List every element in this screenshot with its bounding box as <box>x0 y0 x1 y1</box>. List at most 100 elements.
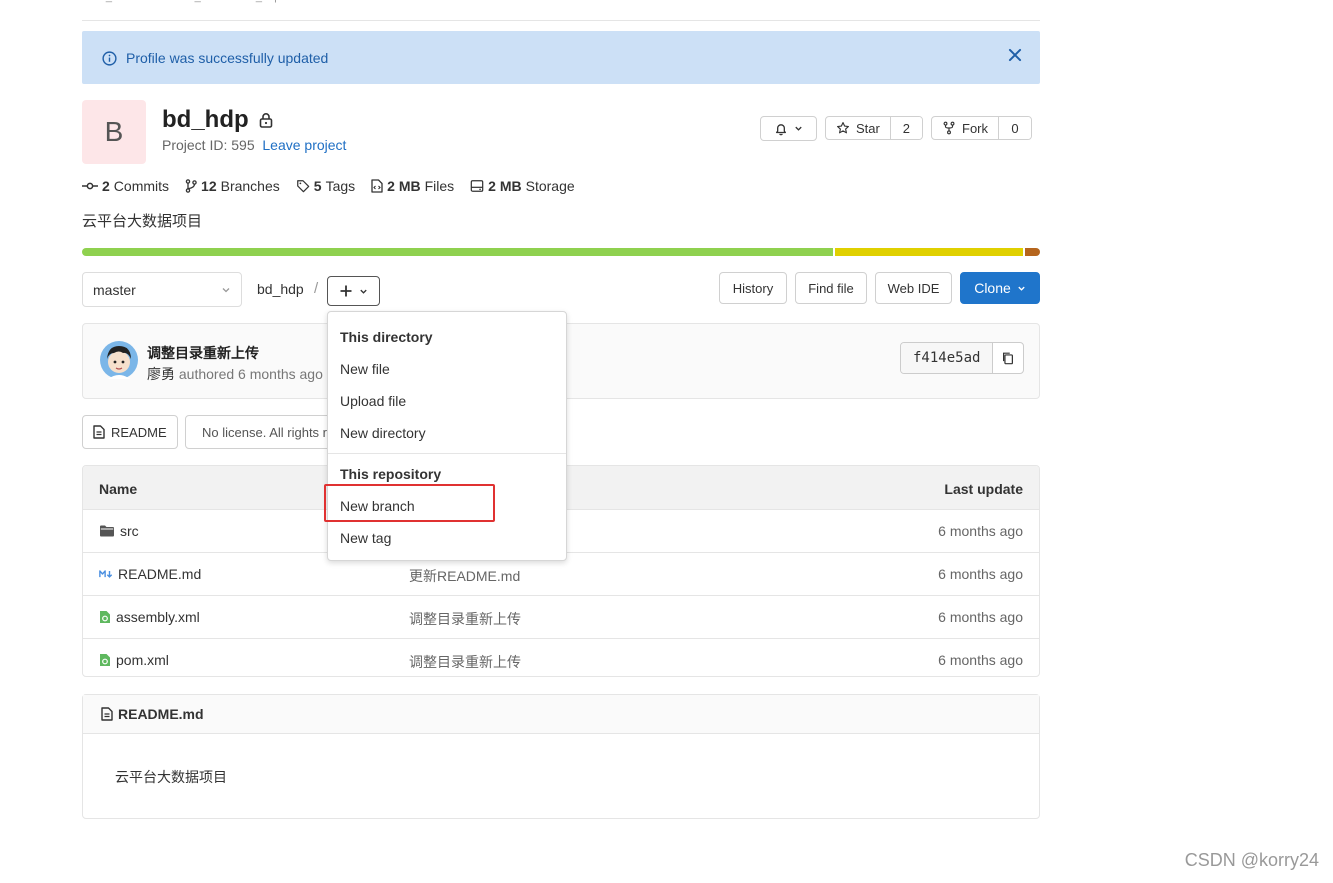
dropdown-section-header: This directory <box>340 329 433 345</box>
fork-count[interactable]: 0 <box>998 117 1031 139</box>
markdown-icon <box>99 570 113 578</box>
add-dropdown-menu: This directory New file Upload file New … <box>327 311 567 561</box>
commit-authored-time: authored 6 months ago <box>178 366 323 382</box>
leave-project-link[interactable]: Leave project <box>262 137 346 153</box>
commit-meta: 廖勇 authored 6 months ago <box>147 364 323 384</box>
breadcrumb-divider <box>82 20 1040 21</box>
readme-panel: README.md 云平台大数据项目 <box>82 694 1040 819</box>
commit-message[interactable]: 调整目录重新上传 <box>409 652 521 672</box>
star-button-group: Star 2 <box>825 116 923 140</box>
project-subline: Project ID: 595 Leave project <box>162 137 346 153</box>
file-name[interactable]: src <box>120 523 139 539</box>
project-avatar[interactable]: B <box>82 100 146 164</box>
breadcrumb-item[interactable]: bd_hdp <box>244 0 281 3</box>
commit-message[interactable]: 调整目录重新上传 <box>409 609 521 629</box>
commit-author[interactable]: 廖勇 <box>147 366 175 382</box>
branches-stat[interactable]: 12 Branches <box>185 178 280 194</box>
history-button[interactable]: History <box>719 272 787 304</box>
project-stats: 2 Commits 12 Branches 5 Tags 2 MB Files 2 MB… <box>82 178 575 194</box>
xml-file-icon <box>100 654 110 666</box>
copy-sha-button[interactable] <box>992 343 1023 373</box>
star-button[interactable]: Star <box>826 117 890 139</box>
tags-stat[interactable]: 5 Tags <box>296 178 355 194</box>
star-count[interactable]: 2 <box>889 117 922 139</box>
fork-icon <box>943 121 955 135</box>
menu-item-new-directory[interactable]: New directory <box>340 425 426 441</box>
storage-stat[interactable]: 2 MB Storage <box>470 178 575 194</box>
flash-message: Profile was successfully updated <box>126 50 329 66</box>
branch-icon <box>185 179 197 193</box>
file-name[interactable]: README.md <box>118 566 201 582</box>
file-name[interactable]: pom.xml <box>116 652 169 668</box>
breadcrumb-item[interactable]: base_data <box>82 0 133 3</box>
column-header-name: Name <box>99 481 138 497</box>
info-icon <box>102 51 117 66</box>
find-file-button[interactable]: Find file <box>795 272 867 304</box>
plus-icon <box>340 285 352 297</box>
license-button[interactable]: No license. All rights reserved <box>185 415 335 449</box>
last-update-time: 6 months ago <box>938 652 1023 668</box>
folder-icon <box>100 525 114 537</box>
lock-icon <box>259 113 272 128</box>
commit-title[interactable]: 调整目录重新上传 <box>147 343 259 363</box>
document-icon <box>101 707 113 721</box>
menu-item-upload-file[interactable]: Upload file <box>340 393 406 409</box>
repository-language-bar <box>82 248 1040 256</box>
last-update-time: 6 months ago <box>938 566 1023 582</box>
readme-content: 云平台大数据项目 <box>115 769 227 785</box>
web-ide-button[interactable]: Web IDE <box>875 272 952 304</box>
commit-icon <box>82 182 98 190</box>
readme-button[interactable]: README <box>82 415 178 449</box>
commit-sha-group: f414e5ad <box>900 342 1025 374</box>
commit-sha[interactable]: f414e5ad <box>901 343 993 373</box>
flash-alert: Profile was successfully updated <box>82 31 1040 84</box>
dropdown-section-header: This repository <box>340 466 442 482</box>
path-separator: / <box>314 280 319 297</box>
fork-button[interactable]: Fork <box>932 117 998 139</box>
project-title: bd_hdp <box>162 106 273 134</box>
bell-icon <box>775 123 787 135</box>
last-update-time: 6 months ago <box>938 523 1023 539</box>
project-id: Project ID: 595 <box>162 137 255 153</box>
chevron-down-icon <box>1018 286 1025 291</box>
tag-icon <box>296 180 310 193</box>
branch-name: master <box>93 281 136 298</box>
readme-panel-header: README.md <box>83 695 1039 734</box>
clone-button[interactable]: Clone <box>960 272 1040 304</box>
path-root-link[interactable]: bd_hdp <box>257 281 304 297</box>
files-stat[interactable]: 2 MB Files <box>371 178 454 194</box>
chevron-down-icon <box>795 126 802 131</box>
add-to-tree-button[interactable] <box>327 276 380 306</box>
project-name[interactable]: bd_hdp <box>162 106 249 134</box>
column-header-last-update: Last update <box>944 481 1023 497</box>
file-name[interactable]: assembly.xml <box>116 609 200 625</box>
disk-icon <box>470 180 484 192</box>
language-segment[interactable] <box>82 248 833 256</box>
close-icon[interactable] <box>1006 46 1024 64</box>
breadcrumb-item[interactable]: software_sdbs <box>153 0 224 3</box>
language-segment[interactable] <box>834 248 1023 256</box>
table-row[interactable]: pom.xml 调整目录重新上传 6 months ago <box>83 639 1039 676</box>
chevron-down-icon <box>360 289 367 294</box>
last-update-time: 6 months ago <box>938 609 1023 625</box>
watermark: CSDN @korry24 <box>1184 850 1319 870</box>
menu-item-new-tag[interactable]: New tag <box>340 530 391 546</box>
commit-message[interactable]: 更新README.md <box>409 566 520 586</box>
dropdown-divider <box>328 453 566 454</box>
breadcrumb: base_data›software_sdbs›bd_hdp <box>82 0 280 3</box>
notification-button[interactable] <box>760 116 817 141</box>
readme-filename[interactable]: README.md <box>118 706 204 722</box>
xml-file-icon <box>100 611 110 623</box>
menu-item-new-file[interactable]: New file <box>340 361 390 377</box>
star-icon <box>837 122 849 134</box>
user-avatar[interactable] <box>99 340 139 380</box>
document-icon <box>93 425 105 439</box>
language-segment[interactable] <box>1024 248 1040 256</box>
file-code-icon <box>371 179 383 193</box>
fork-button-group: Fork 0 <box>931 116 1032 140</box>
commits-stat[interactable]: 2 Commits <box>82 178 169 194</box>
chevron-down-icon <box>222 287 230 292</box>
table-row[interactable]: assembly.xml 调整目录重新上传 6 months ago <box>83 596 1039 639</box>
branch-selector[interactable]: master <box>82 272 242 307</box>
annotation-highlight-box <box>324 484 495 522</box>
